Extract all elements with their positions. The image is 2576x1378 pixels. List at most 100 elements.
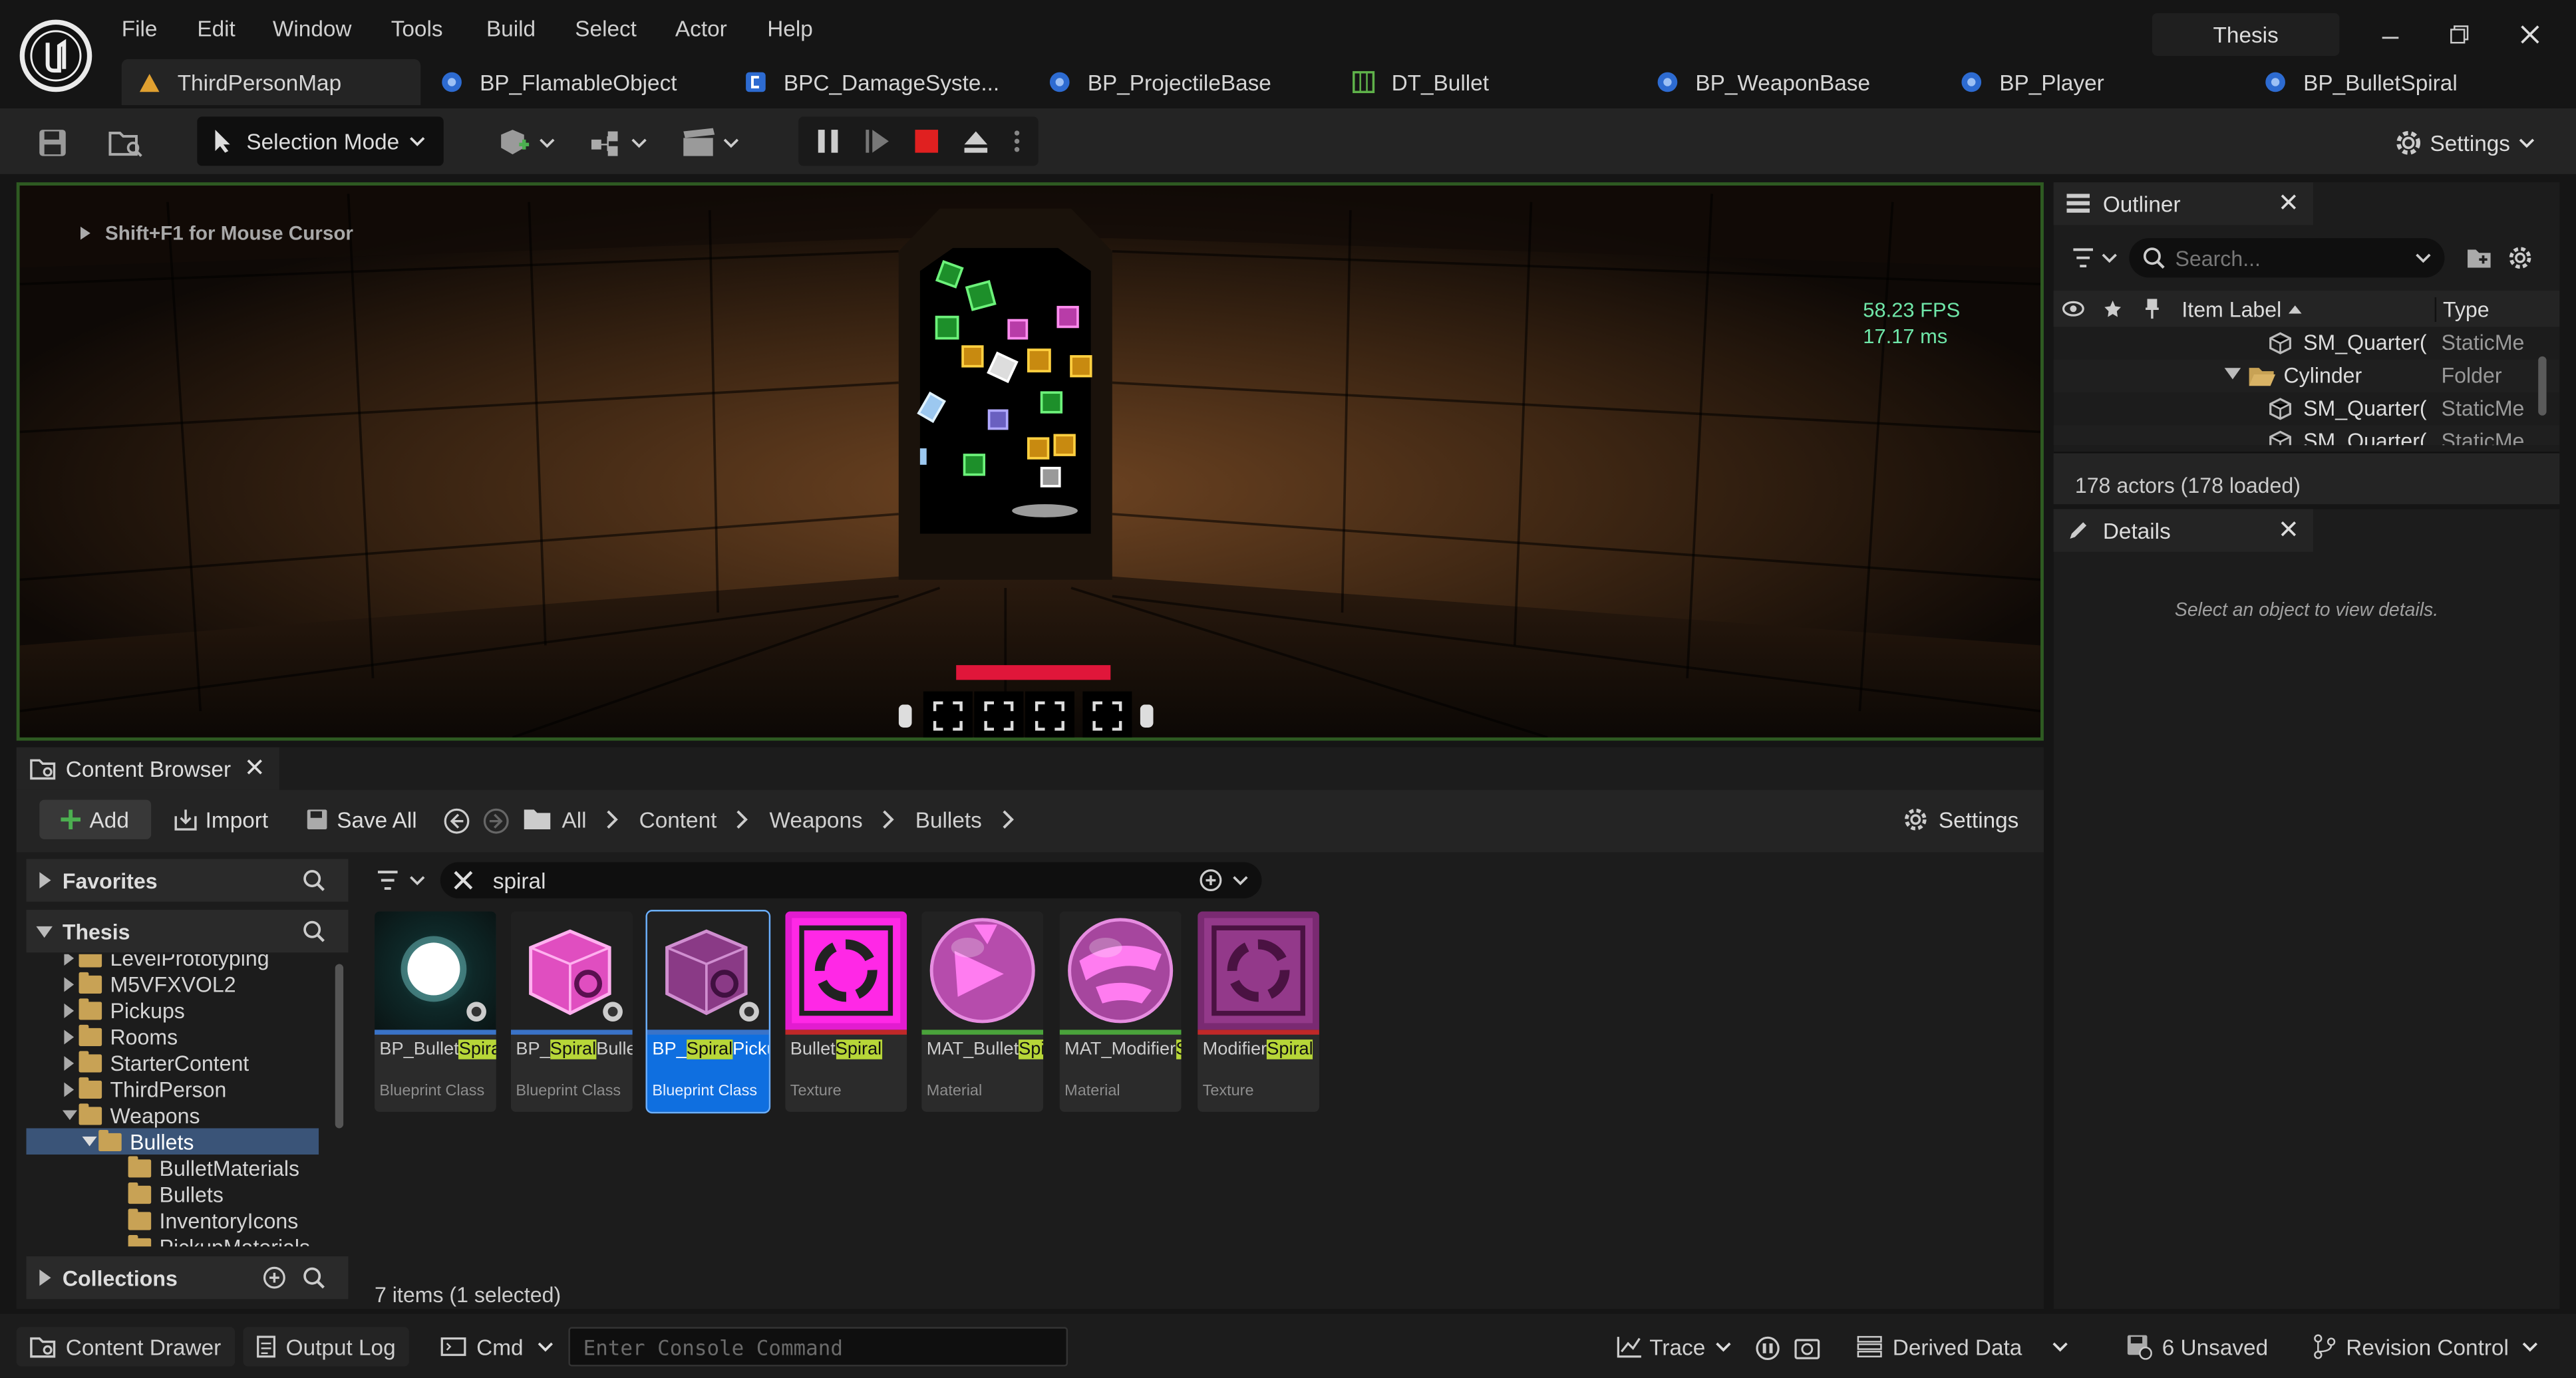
menu-actor[interactable]: Actor	[675, 17, 727, 41]
star-icon[interactable]	[2093, 299, 2132, 319]
menu-help[interactable]: Help	[767, 17, 813, 41]
tree-item-weapons[interactable]: Weapons	[59, 1102, 200, 1129]
import-button[interactable]: Import	[174, 800, 268, 839]
tree-item[interactable]: InventoryIcons	[128, 1207, 298, 1234]
chevron-right-icon[interactable]	[1001, 809, 1015, 829]
settings-button[interactable]: Settings	[2386, 122, 2543, 164]
derived-data-dropdown[interactable]: Derived Data	[1856, 1327, 2068, 1366]
add-folder-icon[interactable]	[2458, 246, 2500, 269]
menu-file[interactable]: File	[122, 17, 158, 41]
asset-tile[interactable]: MAT_ModifierSpiral Material	[1059, 911, 1182, 1112]
column-type[interactable]: Type	[2434, 296, 2490, 321]
search-icon[interactable]	[302, 1266, 325, 1290]
record-trace-icon[interactable]	[1754, 1335, 1781, 1362]
filter-icon[interactable]	[2067, 246, 2123, 269]
menu-window[interactable]: Window	[273, 17, 352, 41]
cmd-dropdown[interactable]: Cmd	[427, 1327, 566, 1366]
content-settings-button[interactable]: Settings	[1903, 800, 2018, 839]
minimize-icon[interactable]	[2372, 17, 2408, 53]
outliner-scrollbar[interactable]	[2538, 356, 2547, 416]
add-filter-icon[interactable]	[1200, 869, 1223, 892]
asset-tile[interactable]: BP_SpiralBulletPickup Blueprint Class	[510, 911, 633, 1112]
pin-icon[interactable]	[2132, 297, 2172, 321]
chevron-right-icon[interactable]	[882, 809, 895, 829]
asset-tile[interactable]: BulletSpiral Texture	[785, 911, 907, 1112]
visibility-icon[interactable]	[2054, 301, 2093, 317]
outliner-row[interactable]: SM_Quarter( StaticMe	[2054, 392, 2560, 425]
search-icon[interactable]	[302, 920, 325, 943]
outliner-search-input[interactable]: Search...	[2129, 238, 2445, 278]
outliner-row[interactable]: SM_Quarter( StaticMe	[2054, 327, 2560, 359]
close-tab-icon[interactable]	[246, 759, 263, 775]
add-collection-icon[interactable]	[263, 1266, 286, 1290]
asset-tile[interactable]: MAT_BulletSpiral Material	[921, 911, 1044, 1112]
tab-bp-weaponbase[interactable]: BP_WeaponBase	[1639, 59, 1938, 105]
project-header[interactable]: Thesis	[26, 910, 349, 953]
trace-dropdown[interactable]: Trace	[1617, 1327, 1732, 1366]
unreal-logo-icon[interactable]	[19, 19, 92, 92]
chevron-down-icon[interactable]	[1232, 874, 1249, 887]
chevron-down-icon[interactable]	[2415, 251, 2432, 265]
level-viewport[interactable]: Shift+F1 for Mouse Cursor 58.23 FPS 17.1…	[16, 182, 2044, 741]
expanded-arrow-icon[interactable]	[2224, 368, 2241, 381]
frame-skip-icon[interactable]	[853, 128, 902, 155]
tab-bp-bulletspiral[interactable]: BP_BulletSpiral	[2247, 59, 2559, 105]
save-icon[interactable]	[29, 122, 75, 164]
chevron-right-icon[interactable]	[736, 809, 750, 829]
pause-icon[interactable]	[804, 128, 853, 155]
unsaved-button[interactable]: 6 Unsaved	[2126, 1327, 2268, 1366]
tree-scrollbar[interactable]	[335, 964, 344, 1129]
tree-item[interactable]: ThirdPerson	[59, 1075, 226, 1102]
tree-item-bullets-selected[interactable]: Bullets	[26, 1128, 319, 1155]
browse-content-icon[interactable]	[102, 122, 151, 164]
gear-icon[interactable]	[2500, 245, 2539, 271]
content-drawer-button[interactable]: Content Drawer	[16, 1327, 235, 1367]
save-all-button[interactable]: Save All	[305, 800, 417, 839]
close-tab-icon[interactable]	[2281, 521, 2297, 537]
menu-select[interactable]: Select	[575, 17, 637, 41]
tree-item[interactable]: BulletMaterials	[128, 1155, 299, 1181]
add-actor-dropdown[interactable]	[493, 122, 559, 164]
tab-dt-bullet[interactable]: DT_Bullet	[1336, 59, 1635, 105]
tree-item[interactable]: Pickups	[59, 997, 185, 1024]
asset-tile[interactable]: BP_BulletSpiral Blueprint Class	[375, 911, 496, 1112]
tree-item[interactable]: Rooms	[59, 1023, 178, 1049]
cinematics-dropdown[interactable]	[677, 122, 742, 164]
menu-tools[interactable]: Tools	[391, 17, 443, 41]
details-tab[interactable]: Details	[2053, 509, 2313, 552]
outliner-row[interactable]: Cylinder Folder	[2053, 359, 2560, 393]
asset-search-input[interactable]: spiral	[440, 862, 1262, 898]
filter-icon[interactable]	[371, 869, 430, 892]
tree-item[interactable]: StarterContent	[59, 1049, 249, 1076]
stop-icon[interactable]	[902, 128, 951, 155]
menu-edit[interactable]: Edit	[197, 17, 235, 41]
tab-bp-projectilebase[interactable]: BP_ProjectileBase	[1032, 59, 1331, 105]
blueprint-dropdown[interactable]	[585, 122, 651, 164]
revision-control-dropdown[interactable]: Revision Control	[2313, 1327, 2538, 1366]
breadcrumb-bullets[interactable]: Bullets	[915, 807, 982, 832]
search-icon[interactable]	[302, 869, 325, 892]
restore-icon[interactable]	[2442, 17, 2478, 53]
tab-bp-flamableobject[interactable]: BP_FlamableObject	[424, 59, 723, 105]
outliner-row[interactable]: SM_Quarter( StaticMe	[2053, 425, 2560, 446]
eject-icon[interactable]	[951, 128, 1001, 155]
output-log-button[interactable]: Output Log	[243, 1327, 409, 1367]
more-options-icon[interactable]	[1001, 128, 1033, 155]
add-button[interactable]: Add	[39, 799, 152, 839]
close-window-icon[interactable]	[2512, 17, 2548, 53]
screenshot-icon[interactable]	[1794, 1335, 1821, 1362]
favorites-header[interactable]: Favorites	[26, 859, 349, 902]
chevron-right-icon[interactable]	[606, 809, 619, 829]
forward-arrow-icon[interactable]	[483, 808, 510, 835]
collections-header[interactable]: Collections	[26, 1256, 349, 1300]
breadcrumb-all[interactable]: All	[562, 807, 587, 832]
close-tab-icon[interactable]	[2281, 194, 2297, 210]
tree-item[interactable]: LevelPrototyping	[59, 954, 269, 971]
breadcrumb-content[interactable]: Content	[639, 807, 717, 832]
column-item-label[interactable]: Item Label	[2181, 297, 2281, 321]
asset-tile[interactable]: ModifierSpiral Texture	[1198, 911, 1319, 1112]
folder-icon[interactable]	[522, 808, 552, 831]
tree-item[interactable]: M5VFXVOL2	[59, 970, 236, 997]
back-arrow-icon[interactable]	[444, 808, 470, 835]
outliner-tab[interactable]: Outliner	[2053, 182, 2313, 225]
